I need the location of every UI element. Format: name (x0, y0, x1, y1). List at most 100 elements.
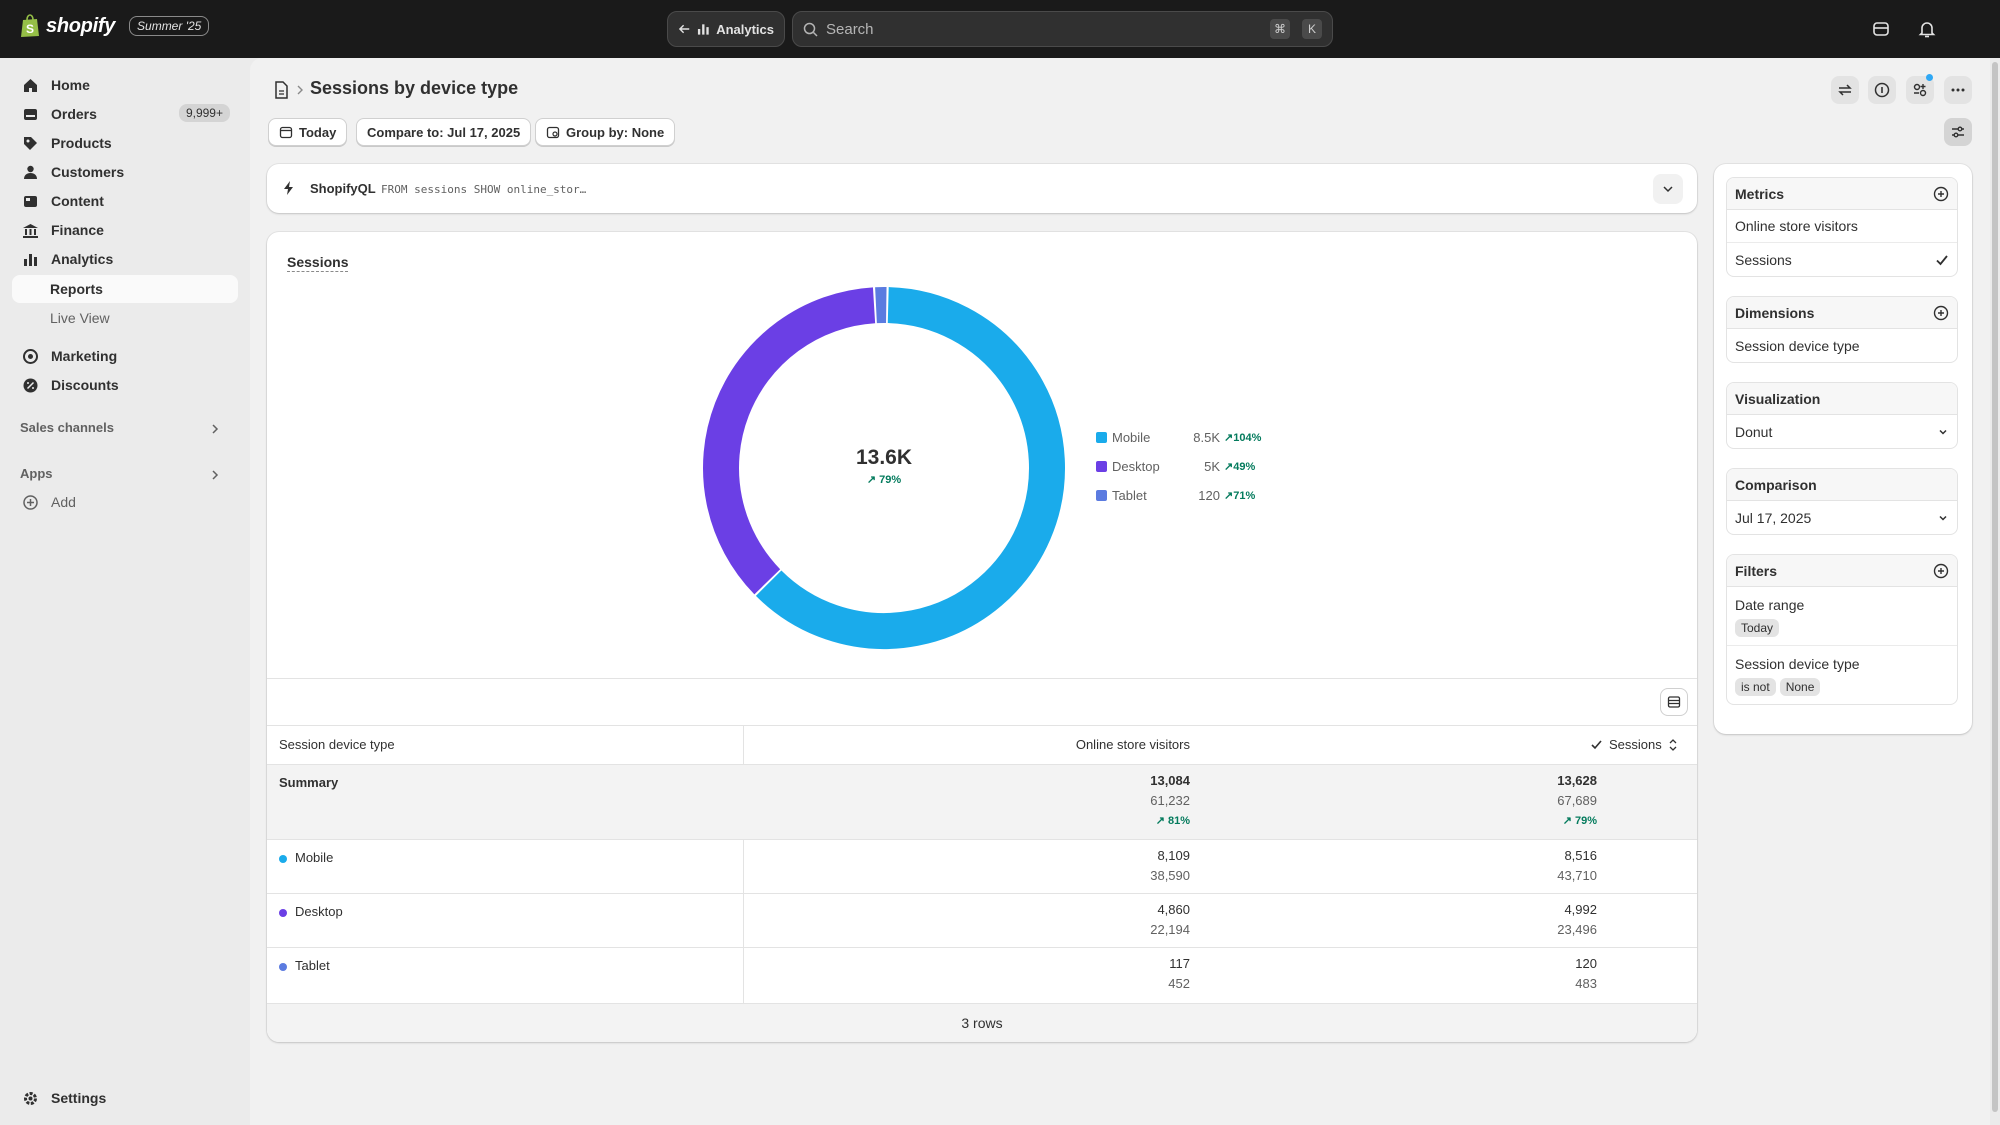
sidebar-item-label: Content (51, 193, 104, 209)
summary-visitors-cell: 13,084 61,232 ↗ 81% (1000, 771, 1190, 831)
apps-heading[interactable]: Apps (20, 466, 53, 481)
analytics-app-button[interactable]: Analytics (667, 11, 785, 47)
dimension-label: Session device type (1735, 337, 1860, 354)
visitors-cell: 4,860 22,194 (1000, 900, 1190, 940)
column-header-sessions[interactable]: Sessions (1590, 737, 1678, 752)
breadcrumb-chevron-icon (297, 85, 303, 95)
group-by-button[interactable]: Group by: None (535, 118, 676, 146)
visualization-select[interactable]: Donut (1727, 415, 1957, 448)
add-filter-icon[interactable] (1933, 563, 1949, 579)
table-footer: 3 rows (267, 1004, 1697, 1042)
sidebar-item-home[interactable]: Home (12, 71, 238, 99)
legend-change: ↗71% (1224, 490, 1256, 502)
chart-title[interactable]: Sessions (287, 254, 349, 272)
legend-item[interactable]: Desktop 5K ↗49% (1096, 459, 1255, 474)
table-row[interactable]: Desktop 4,860 22,194 4,992 23,496 (267, 894, 1697, 948)
compare-button[interactable]: Compare to: Jul 17, 2025 (356, 118, 532, 146)
sidebar-item-analytics[interactable]: Analytics (12, 245, 238, 273)
shopifyql-bar[interactable]: ShopifyQL FROM sessions SHOW online_stor… (267, 164, 1697, 213)
info-button[interactable] (1868, 76, 1896, 104)
scrollbar-thumb[interactable] (1992, 62, 1998, 1112)
legend-change-value: 104% (1233, 432, 1262, 444)
sales-channels-heading[interactable]: Sales channels (20, 420, 114, 435)
panel-toggle-button[interactable] (1944, 118, 1972, 146)
visitors-prev: 452 (1168, 976, 1190, 991)
filter-operator-chip[interactable]: is not (1735, 678, 1776, 696)
expand-query-button[interactable] (1653, 174, 1683, 204)
sidebar-item-marketing[interactable]: Marketing (12, 342, 238, 370)
store-icon[interactable] (1871, 19, 1891, 39)
sidebar-item-products[interactable]: Products (12, 129, 238, 157)
sidebar-item-discounts[interactable]: Discounts (12, 371, 238, 399)
sidebar-item-label: Products (51, 135, 112, 151)
table-row[interactable]: Tablet 117 452 120 483 (267, 948, 1697, 1004)
sidebar-item-orders[interactable]: Orders 9,999+ (12, 100, 238, 128)
legend-swatch (1096, 490, 1107, 501)
sidebar-item-finance[interactable]: Finance (12, 216, 238, 244)
shopify-logo[interactable]: S shopify Summer '25 (20, 14, 210, 38)
bar-chart-icon (698, 24, 709, 35)
table-header-border (267, 725, 1697, 726)
visitors-value: 117 (1169, 956, 1190, 971)
legend-value: 8.5K (1193, 430, 1220, 445)
column-header-label: Sessions (1609, 737, 1662, 752)
add-metric-icon[interactable] (1933, 186, 1949, 202)
date-range-label: Today (299, 124, 337, 140)
bell-icon[interactable] (1917, 19, 1937, 39)
group-by-label: Group by: None (566, 124, 665, 140)
visualization-section: Visualization Donut (1726, 382, 1958, 449)
add-label: Add (51, 494, 76, 510)
search-input[interactable] (826, 20, 1258, 38)
sidebar-item-reports[interactable]: Reports (12, 275, 238, 303)
report-icon[interactable] (273, 81, 289, 99)
table-view-button[interactable] (1660, 688, 1688, 716)
filter-value-chip[interactable]: None (1779, 678, 1821, 696)
info-icon (1874, 82, 1890, 98)
section-title: Visualization (1735, 390, 1821, 407)
more-actions-button[interactable] (1944, 76, 1972, 104)
add-dimension-icon[interactable] (1933, 305, 1949, 321)
tag-icon (24, 136, 37, 150)
sort-icon (1669, 738, 1677, 751)
visitors-value: 8,109 (1157, 848, 1190, 863)
table-row[interactable]: Mobile 8,109 38,590 8,516 43,710 (267, 840, 1697, 894)
add-app-button[interactable]: Add (12, 488, 238, 516)
sidebar-item-content[interactable]: Content (12, 187, 238, 215)
legend-label: Tablet (1112, 488, 1147, 503)
chevron-right-icon[interactable] (208, 422, 222, 436)
refresh-button[interactable] (1831, 76, 1859, 104)
edition-badge[interactable]: Summer '25 (129, 16, 210, 36)
search-icon (803, 22, 818, 37)
sidebar-item-customers[interactable]: Customers (12, 158, 238, 186)
metrics-header: Metrics (1727, 178, 1957, 210)
legend-change-value: 71% (1233, 490, 1256, 502)
scrollbar-track[interactable] (1990, 58, 2000, 1125)
filter-chip[interactable]: Today (1735, 619, 1780, 637)
comparison-select[interactable]: Jul 17, 2025 (1727, 501, 1957, 534)
legend-item[interactable]: Tablet 120 ↗71% (1096, 488, 1255, 503)
comparison-value: Jul 17, 2025 (1735, 509, 1812, 526)
column-header-device[interactable]: Session device type (279, 737, 395, 752)
metric-option[interactable]: Online store visitors (1727, 210, 1957, 243)
date-range-filter[interactable]: Date range Today (1727, 587, 1957, 646)
device-type-filter[interactable]: Session device type is not None (1727, 646, 1957, 704)
donut-slice-desktop[interactable] (703, 287, 876, 595)
sidekick-button[interactable] (1906, 74, 1934, 104)
donut-total: 13.6K (855, 446, 913, 469)
row-label: Desktop (295, 904, 343, 919)
metric-option[interactable]: Sessions (1727, 243, 1957, 276)
top-bar: S shopify Summer '25 Analytics ⌘ K (0, 0, 2000, 58)
shopifyql-label: ShopifyQL (310, 181, 376, 196)
sidebar-item-live-view[interactable]: Live View (12, 304, 238, 332)
calendar-icon (279, 126, 293, 139)
dimension-option[interactable]: Session device type (1727, 329, 1957, 362)
query-text[interactable]: FROM sessions SHOW online_stor… (381, 183, 586, 196)
lightning-icon (284, 181, 293, 195)
chevron-right-icon[interactable] (208, 468, 222, 482)
sidebar-item-settings[interactable]: Settings (12, 1084, 238, 1112)
date-range-button[interactable]: Today (268, 118, 348, 146)
person-icon (24, 165, 37, 179)
search-bar[interactable]: ⌘ K (792, 11, 1333, 47)
legend-item[interactable]: Mobile 8.5K ↗104% (1096, 430, 1261, 445)
column-header-visitors[interactable]: Online store visitors (1000, 737, 1190, 752)
